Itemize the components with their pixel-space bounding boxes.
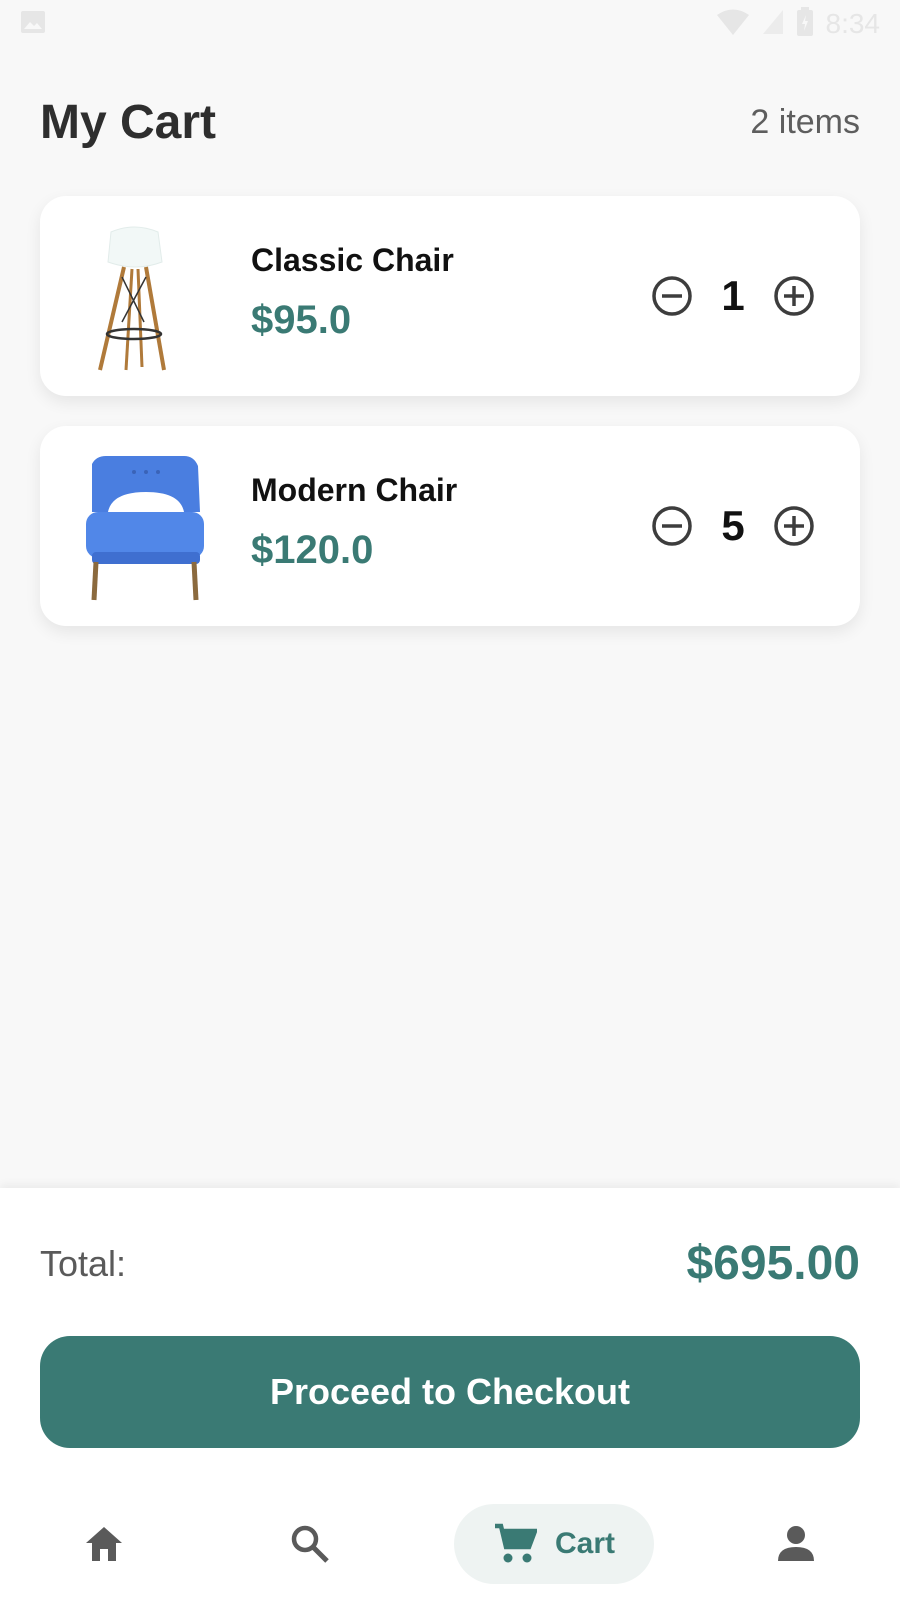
- home-icon: [86, 1527, 122, 1561]
- nav-search[interactable]: [270, 1504, 350, 1584]
- search-icon: [291, 1525, 329, 1563]
- status-time: 8:34: [825, 8, 881, 39]
- item-count: 2 items: [750, 102, 860, 141]
- increase-quantity-button[interactable]: [772, 274, 816, 318]
- quantity-stepper: 5: [650, 502, 816, 550]
- total-value: $695.00: [686, 1237, 860, 1290]
- cart-item: Modern Chair $120.0 5: [40, 426, 860, 626]
- cart-item: Classic Chair $95.0 1: [40, 196, 860, 396]
- minus-circle-icon: [652, 276, 692, 316]
- signal-icon: [762, 9, 784, 40]
- cart-icon: [494, 1523, 537, 1563]
- quantity-value: 5: [721, 502, 745, 549]
- minus-circle-icon: [652, 506, 692, 546]
- decrease-quantity-button[interactable]: [650, 274, 694, 318]
- product-price: $95.0: [251, 298, 352, 342]
- product-price: $120.0: [251, 528, 374, 572]
- cart-header: My Cart 2 items: [40, 92, 860, 152]
- person-icon: [778, 1526, 814, 1561]
- product-image-classic-chair: [76, 222, 216, 372]
- photo-notification-icon: [20, 10, 46, 34]
- page-title: My Cart: [40, 95, 217, 149]
- nav-profile[interactable]: [756, 1504, 836, 1584]
- product-name: Classic Chair: [251, 242, 454, 278]
- bottom-nav: Cart: [0, 1488, 900, 1600]
- total-label: Total:: [40, 1242, 127, 1284]
- cart-list: Classic Chair $95.0 1 Modern Chair $120.…: [40, 196, 860, 656]
- product-name: Modern Chair: [251, 472, 458, 508]
- plus-circle-icon: [774, 276, 814, 316]
- battery-icon: [796, 6, 814, 42]
- quantity-value: 1: [721, 272, 745, 319]
- checkout-button[interactable]: Proceed to Checkout: [40, 1336, 860, 1448]
- nav-cart[interactable]: Cart: [454, 1504, 654, 1584]
- plus-circle-icon: [774, 506, 814, 546]
- wifi-icon: [716, 8, 750, 41]
- status-bar: 8:34: [0, 0, 900, 48]
- decrease-quantity-button[interactable]: [650, 504, 694, 548]
- nav-home[interactable]: [64, 1504, 144, 1584]
- quantity-stepper: 1: [650, 272, 816, 320]
- total-row: Total: $695.00: [40, 1236, 860, 1291]
- nav-cart-label: Cart: [554, 1527, 615, 1560]
- product-image-modern-chair: [76, 452, 216, 602]
- checkout-panel: Total: $695.00 Proceed to Checkout: [0, 1188, 900, 1488]
- increase-quantity-button[interactable]: [772, 504, 816, 548]
